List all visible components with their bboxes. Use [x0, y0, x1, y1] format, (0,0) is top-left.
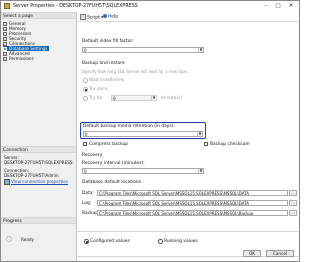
maximize-icon[interactable]: □: [273, 2, 283, 10]
try-minutes-spinner[interactable]: ▲ ▼: [151, 96, 156, 100]
divider: [77, 231, 299, 232]
configured-values-label: Configured values: [90, 239, 130, 244]
try-for-radio[interactable]: [83, 96, 88, 101]
retention-input[interactable]: 0 ▲ ▼: [83, 131, 203, 137]
try-once-radio[interactable]: [83, 87, 88, 92]
retention-label: Default backup media retention (in days)…: [83, 124, 175, 129]
script-button[interactable]: Script ▾: [80, 14, 103, 21]
page-icon: [3, 57, 7, 61]
progress-status: Ready: [21, 237, 34, 242]
wait-indefinitely-label: Wait indefinitely: [89, 78, 125, 83]
backup-browse-button[interactable]: …: [289, 210, 297, 216]
try-minutes-input[interactable]: 0 ▲ ▼: [111, 95, 157, 101]
minimize-icon[interactable]: –: [261, 2, 271, 10]
view-connection-properties[interactable]: View connection properties: [4, 179, 68, 185]
help-button[interactable]: Help: [103, 14, 118, 20]
backup-checksum-label: Backup checksum: [210, 142, 250, 147]
try-for-label: Try for: [89, 96, 103, 101]
wait-indefinitely-radio[interactable]: [83, 78, 88, 83]
select-page-header: Select a page: [1, 12, 76, 19]
fill-factor-spinner[interactable]: ▲ ▼: [198, 48, 203, 52]
properties-icon: [4, 179, 10, 185]
data-browse-button[interactable]: …: [289, 190, 297, 196]
retention-spinner[interactable]: ▲ ▼: [197, 132, 202, 136]
recovery-label: Recovery: [82, 153, 103, 158]
running-values-label: Running values: [164, 239, 198, 244]
backup-path-input[interactable]: C:\Program Files\Microsoft SQL Server\MS…: [97, 210, 288, 216]
try-once-label: Try once: [89, 87, 108, 92]
log-label: Log:: [82, 201, 92, 206]
recovery-interval-spinner[interactable]: ▲ ▼: [198, 169, 203, 173]
tape-hint: Specify how long SQL Server will wait fo…: [82, 69, 189, 74]
data-path-input[interactable]: C:\Program Files\Microsoft SQL Server\MS…: [97, 190, 288, 196]
fill-factor-input[interactable]: 0 ▲ ▼: [82, 47, 204, 53]
help-icon: [103, 14, 107, 18]
connection-header: Connection: [1, 146, 76, 153]
fill-factor-label: Default index fill factor:: [82, 39, 134, 44]
view-connection-link[interactable]: View connection properties: [11, 179, 68, 184]
backup-checksum-checkbox[interactable]: [204, 142, 208, 146]
connection-value: DESKTOP-27FUH5T\Admin: [4, 173, 59, 178]
main-panel: Script ▾ Help Default index fill factor:…: [77, 12, 299, 261]
left-panel: Select a page General Memory Processors …: [1, 12, 77, 261]
backup-restore-label: Backup and restore: [82, 61, 125, 66]
ok-button[interactable]: OK: [243, 250, 261, 257]
title-bar: Server Properties - DESKTOP-27FUH5T\SQLE…: [1, 1, 299, 12]
db-default-locations-label: Database default locations: [82, 180, 141, 185]
compress-backup-label: Compress backup: [89, 142, 129, 147]
server-value: DESKTOP-27FUH5T\SQLEXPRESS: [4, 160, 73, 165]
progress-spinner-icon: [6, 236, 12, 242]
compress-backup-checkbox[interactable]: [83, 142, 87, 146]
close-icon[interactable]: ✕: [286, 2, 296, 10]
configured-values-radio[interactable]: [84, 239, 89, 244]
data-label: Data:: [82, 191, 94, 196]
progress-header: Progress: [1, 217, 76, 224]
recovery-interval-input[interactable]: 0 ▲ ▼: [82, 168, 204, 174]
server-properties-window: Server Properties - DESKTOP-27FUH5T\SQLE…: [0, 0, 300, 262]
running-values-radio[interactable]: [158, 239, 163, 244]
cancel-button[interactable]: Cancel: [266, 250, 294, 257]
recovery-interval-label: Recovery interval (minutes):: [82, 161, 145, 166]
page-permissions[interactable]: Permissions: [3, 56, 34, 61]
log-path-input[interactable]: C:\Program Files\Microsoft SQL Server\MS…: [97, 200, 288, 206]
server-icon: [4, 3, 10, 9]
window-title: Server Properties - DESKTOP-27FUH5T\SQLE…: [13, 4, 138, 9]
toolbar: Script ▾ Help: [77, 12, 299, 22]
minutes-label: minute(s): [161, 96, 183, 101]
log-browse-button[interactable]: …: [289, 200, 297, 206]
script-icon: [80, 14, 86, 20]
